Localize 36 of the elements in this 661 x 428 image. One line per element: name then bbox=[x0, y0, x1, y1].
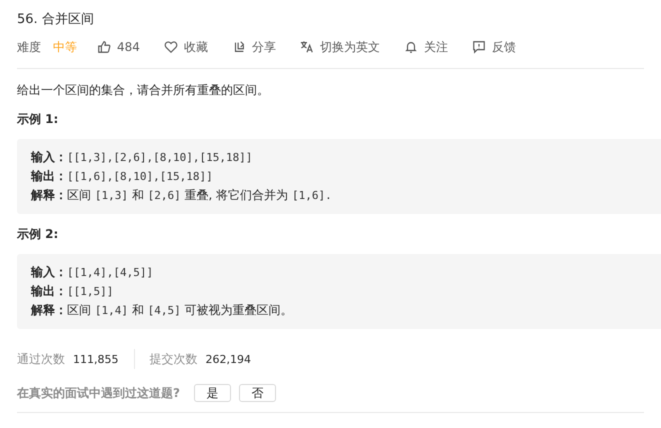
stat-label: 提交次数 bbox=[150, 350, 198, 368]
example-value: 区间 [1,4] 和 [4,5] 可被视为重叠区间。 bbox=[67, 302, 293, 319]
example-label: 解释： bbox=[31, 302, 67, 319]
answer-button[interactable]: 否 bbox=[238, 384, 276, 402]
description-text: 给出一个区间的集合，请合并所有重叠的区间。 bbox=[17, 82, 270, 99]
stat-value: 262,194 bbox=[206, 352, 251, 366]
answer-button[interactable]: 是 bbox=[194, 384, 231, 402]
favorite-button[interactable]: 收藏 bbox=[164, 38, 208, 56]
feedback-button[interactable]: 反馈 bbox=[472, 38, 516, 56]
translate-button[interactable]: 切换为英文 bbox=[300, 38, 380, 56]
translate-icon bbox=[300, 40, 314, 54]
example-value: [[1,3],[2,6],[8,10],[15,18]] bbox=[67, 150, 252, 166]
stat-label: 通过次数 bbox=[17, 350, 65, 368]
difficulty-level: 中等 bbox=[53, 38, 77, 56]
heart-icon bbox=[164, 40, 178, 54]
example-label: 输入： bbox=[31, 264, 67, 281]
example-value: [[1,5]] bbox=[67, 284, 114, 300]
share-button[interactable]: 分享 bbox=[232, 38, 276, 56]
feedback-icon bbox=[472, 40, 486, 54]
like-button[interactable]: 484 bbox=[97, 40, 140, 54]
example-label: 输入： bbox=[31, 149, 67, 166]
follow-button[interactable]: 关注 bbox=[404, 38, 448, 56]
example-label: 输出： bbox=[31, 283, 67, 300]
survey-question: 在真实的面试中遇到过这道题? bbox=[17, 384, 180, 402]
difficulty-label: 难度 bbox=[17, 38, 41, 56]
example-value: [[1,6],[8,10],[15,18]] bbox=[67, 169, 213, 185]
example-label: 解释： bbox=[31, 187, 67, 204]
bell-icon bbox=[404, 40, 418, 54]
example-heading: 示例 2: bbox=[17, 226, 60, 242]
thumbs-up-icon bbox=[97, 40, 111, 54]
example-value: [[1,4],[4,5]] bbox=[67, 265, 154, 281]
problem-title: 56. 合并区间 bbox=[17, 11, 95, 29]
example-value: 区间 [1,3] 和 [2,6] 重叠, 将它们合并为 [1,6]. bbox=[67, 187, 332, 204]
example-label: 输出： bbox=[31, 168, 67, 185]
stat-value: 111,855 bbox=[73, 352, 118, 366]
example-heading: 示例 1: bbox=[17, 111, 60, 127]
